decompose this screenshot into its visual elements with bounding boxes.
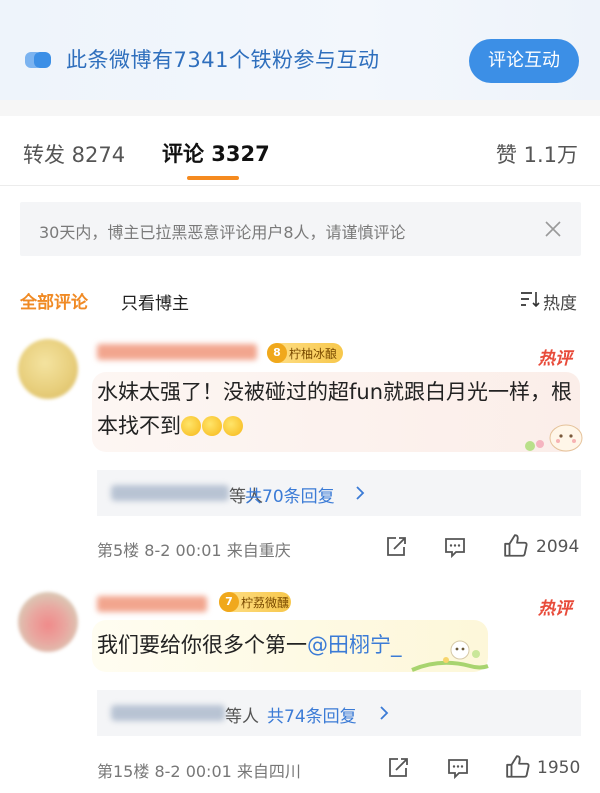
like-icon[interactable] [505, 754, 531, 780]
reply-users-blurred [111, 485, 229, 501]
fan-badge: 8 柠柚冰酿 [267, 343, 343, 363]
hot-comment-tag: 热评 [538, 599, 572, 619]
username-blurred[interactable] [97, 596, 207, 612]
fan-badge-label: 柠柚冰酿 [289, 347, 338, 361]
comment-meta: 第5楼 8-2 00:01 来自重庆 [97, 537, 291, 561]
avatar[interactable] [18, 339, 78, 399]
emoji-icon [181, 416, 201, 436]
comment-interact-button[interactable]: 评论互动 [469, 39, 579, 83]
reply-preview[interactable]: 等人 共74条回复 [97, 690, 581, 736]
comment-text: 我们要给你很多个第一@田栩宁_ [97, 628, 577, 662]
like-count: 1950 [537, 758, 581, 778]
share-icon[interactable] [384, 535, 408, 559]
fan-interaction-text: 此条微博有7341个铁粉参与互动 [66, 48, 380, 72]
reply-count[interactable]: 共70条回复 [245, 482, 335, 507]
filter-owner-only[interactable]: 只看博主 [121, 289, 189, 314]
fan-level-icon: 7 [219, 592, 239, 612]
comment-location: 来自四川 [236, 762, 301, 781]
hot-comment-tag: 热评 [538, 349, 572, 369]
reply-count[interactable]: 共74条回复 [267, 702, 357, 727]
comment-text-body: 水妹太强了！没被碰过的超fun就跟白月光一样，根本找不到 [97, 380, 573, 438]
section-divider [0, 100, 600, 116]
notice-text: 30天内，博主已拉黑恶意评论用户8人，请谨慎评论 [39, 223, 406, 242]
reply-users-blurred [111, 705, 225, 721]
comment-text: 水妹太强了！没被碰过的超fun就跟白月光一样，根本找不到 [97, 375, 577, 443]
floor-number: 第15楼 [97, 762, 150, 781]
reply-suffix: 等人 [225, 707, 259, 727]
comment-icon[interactable] [446, 756, 470, 780]
tab-likes[interactable]: 赞 1.1万 [496, 139, 578, 169]
chevron-right-icon [380, 706, 389, 720]
fan-badge-label: 柠荔微醺 [241, 596, 290, 610]
user-mention-link[interactable]: @田栩宁_ [307, 633, 402, 657]
flower-sticker-icon [411, 640, 489, 672]
filter-all-comments[interactable]: 全部评论 [20, 288, 88, 313]
fan-interaction-icon [25, 52, 51, 68]
active-tab-indicator [187, 176, 239, 180]
comment-date: 8-2 00:01 [154, 762, 232, 781]
tab-comment[interactable]: 评论 3327 [162, 138, 270, 168]
cat-sticker-icon [525, 424, 583, 452]
chevron-right-icon [356, 486, 365, 500]
tab-repost[interactable]: 转发 8274 [23, 139, 125, 169]
emoji-icon [223, 416, 243, 436]
comment-text-body: 我们要给你很多个第一 [97, 633, 307, 657]
sort-by-hot[interactable]: 热度 [543, 289, 577, 314]
avatar[interactable] [18, 592, 78, 652]
username-blurred[interactable] [97, 344, 257, 360]
comment-date: 8-2 00:01 [144, 541, 222, 560]
like-icon[interactable] [503, 533, 529, 559]
comment-icon[interactable] [443, 535, 467, 559]
like-count: 2094 [536, 537, 580, 557]
comment-meta: 第15楼 8-2 00:01 来自四川 [97, 758, 301, 782]
reply-preview[interactable]: 等人 共70条回复 [97, 470, 581, 516]
fan-badge: 7 柠荔微醺 [219, 592, 291, 612]
comment-location: 来自重庆 [226, 541, 291, 560]
close-icon[interactable] [543, 219, 563, 239]
moderation-notice: 30天内，博主已拉黑恶意评论用户8人，请谨慎评论 [20, 202, 581, 256]
floor-number: 第5楼 [97, 541, 140, 560]
fan-interaction-banner: 此条微博有7341个铁粉参与互动 评论互动 [0, 0, 600, 100]
emoji-icon [202, 416, 222, 436]
tab-bar: 转发 8274 评论 3327 赞 1.1万 [0, 116, 600, 186]
fan-level-icon: 8 [267, 343, 287, 363]
sort-icon[interactable] [520, 291, 540, 307]
share-icon[interactable] [386, 756, 410, 780]
